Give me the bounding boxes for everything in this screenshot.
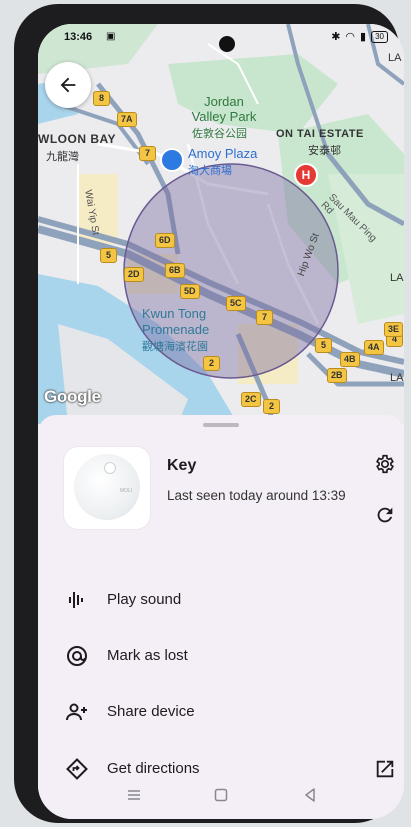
gear-icon[interactable] (374, 453, 396, 475)
back-button[interactable] (45, 62, 91, 108)
map-label-promenade: Promenade (142, 322, 210, 337)
device-thumbnail: MOLI (64, 447, 150, 529)
route-marker: 5 (315, 338, 332, 353)
device-bottom-sheet: MOLI Key Last seen today around 13:39 Pl… (38, 415, 404, 819)
route-marker: 7A (117, 112, 137, 127)
status-time: 13:46 (64, 31, 93, 43)
route-marker: 5D (180, 284, 200, 299)
map-label-amoy-plaza-cn: 淘大商場 (188, 165, 232, 177)
route-marker: 2C (241, 392, 261, 407)
arrow-left-icon (60, 77, 76, 93)
route-marker: 4A (364, 340, 384, 355)
drag-handle[interactable] (203, 423, 239, 427)
map-label-on-tai: ON TAI ESTATE (276, 128, 364, 140)
mark-as-lost-row[interactable]: Mark as lost (38, 630, 404, 682)
share-device-label: Share device (107, 703, 195, 720)
map-label-amoy-plaza: Amoy Plaza (188, 146, 258, 161)
route-marker: 7 (139, 146, 156, 161)
route-marker: 2 (203, 356, 220, 371)
device-name: Key (167, 457, 197, 474)
lost-at-icon (67, 646, 87, 666)
map-label-la-top: LA (388, 52, 402, 64)
map-label-kowloon-bay-cn: 九龍灣 (46, 151, 79, 163)
play-sound-row[interactable]: Play sound (38, 574, 404, 626)
mark-as-lost-label: Mark as lost (107, 647, 188, 664)
map-view[interactable]: Jordan Valley Park 佐敦谷公园 Amoy Plaza 淘大商場… (38, 24, 404, 425)
status-icons: ✱ ◠ ▮ 30 (331, 30, 388, 43)
share-person-icon (66, 703, 87, 721)
map-label-la-bot: LA (390, 372, 404, 384)
map-label-kowloon-bay: WLOON BAY (38, 132, 117, 146)
screen: Jordan Valley Park 佐敦谷公园 Amoy Plaza 淘大商場… (38, 24, 404, 819)
play-sound-label: Play sound (107, 591, 182, 608)
map-label-jordan-valley-cn: 佐敦谷公园 (192, 128, 247, 140)
share-device-row[interactable]: Share device (38, 686, 404, 738)
route-marker: 2B (327, 368, 347, 383)
wifi-icon: ◠ (345, 31, 356, 43)
google-logo: Google (44, 387, 101, 406)
route-marker: 5 (100, 248, 117, 263)
back-nav-icon[interactable] (300, 785, 320, 805)
home-icon[interactable] (211, 785, 231, 805)
battery-icon: 30 (371, 30, 388, 43)
sound-wave-icon (69, 592, 83, 608)
tracker-tag-image: MOLI (74, 454, 140, 520)
route-marker: 2 (263, 399, 280, 414)
signal-icon: ▮ (360, 31, 367, 43)
map-label-kwun-tong: Kwun Tong (142, 306, 207, 321)
system-nav-bar (38, 773, 404, 819)
route-marker: 2D (124, 267, 144, 282)
hospital-pin-icon[interactable]: H (294, 163, 318, 187)
phone-frame: Jordan Valley Park 佐敦谷公园 Amoy Plaza 淘大商場… (14, 4, 404, 823)
last-seen-text: Last seen today around 13:39 (167, 488, 346, 503)
refresh-icon[interactable] (374, 504, 396, 526)
map-label-promenade-cn: 觀塘海濱花園 (142, 341, 208, 353)
map-label-on-tai-cn: 安泰邨 (308, 145, 341, 157)
route-marker: 5C (226, 296, 246, 311)
map-label-jordan-valley: Jordan Valley Park (191, 94, 257, 124)
bluetooth-icon: ✱ (331, 31, 341, 43)
map-label-la-mid: LA (390, 272, 404, 284)
camera-cutout (219, 36, 235, 52)
route-marker: 8 (93, 91, 110, 106)
route-marker: 4B (340, 352, 360, 367)
calendar-icon: ▣ (106, 31, 116, 42)
shopping-pin-icon[interactable] (160, 148, 184, 172)
route-marker: 3E (384, 322, 404, 337)
menu-icon[interactable] (124, 785, 144, 805)
route-marker: 7 (256, 310, 273, 325)
route-marker: 6D (155, 233, 175, 248)
route-marker: 6B (165, 263, 185, 278)
